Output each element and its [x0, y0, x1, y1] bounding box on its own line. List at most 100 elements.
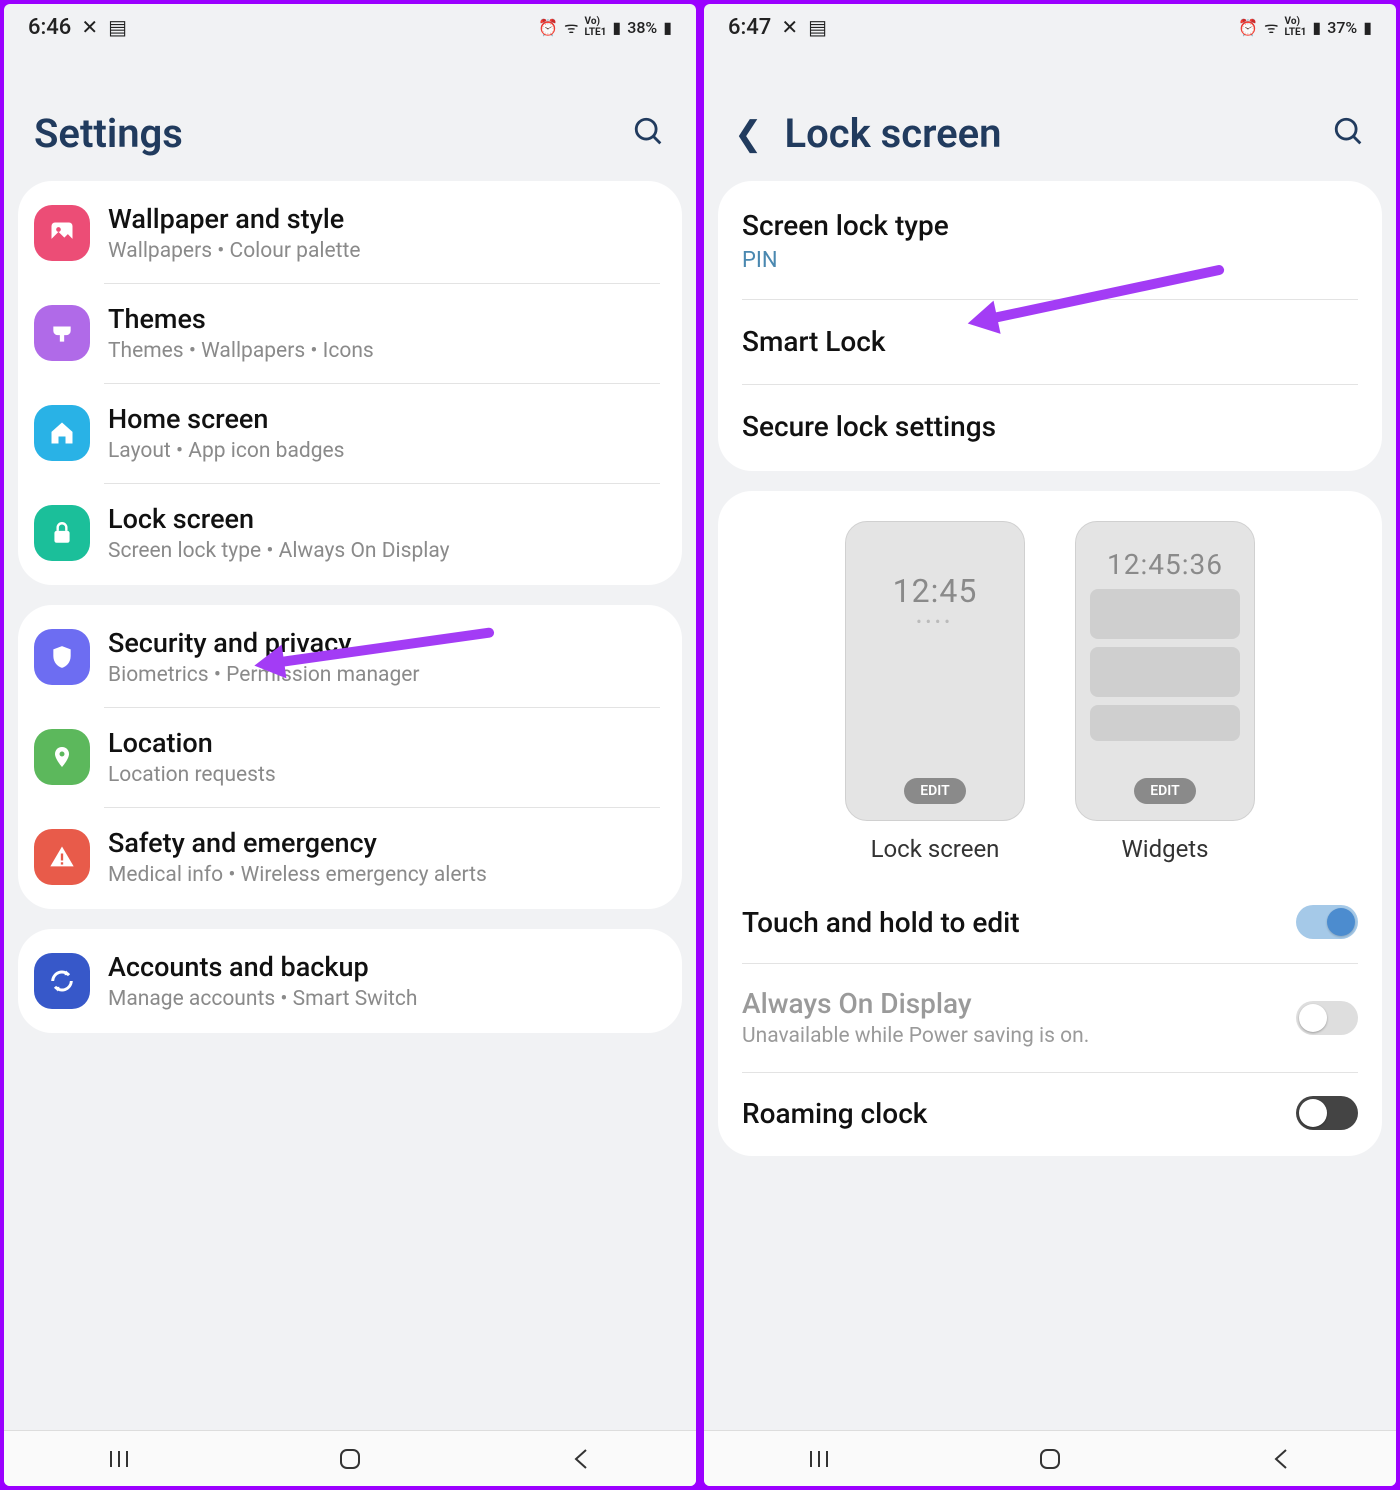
page-title: Lock screen — [785, 110, 1002, 157]
toggle-switch — [1296, 1001, 1358, 1035]
widget-block — [1090, 589, 1240, 639]
item-always-on-display: Always On Display Unavailable while Powe… — [718, 963, 1382, 1072]
signal-icon: ▮ — [1312, 18, 1321, 37]
clock: 6:46 — [28, 15, 71, 40]
themes-icon — [34, 305, 90, 361]
item-subtitle: Wallpapers • Colour palette — [108, 239, 361, 263]
item-touch-hold-edit[interactable]: Touch and hold to edit — [718, 881, 1382, 963]
page-header: ❮ Lock screen — [704, 50, 1396, 181]
wallpaper-icon — [34, 205, 90, 261]
item-roaming-clock[interactable]: Roaming clock — [718, 1072, 1382, 1154]
settings-group-1: Wallpaper and style Wallpapers • Colour p… — [18, 181, 682, 585]
search-button[interactable] — [1332, 115, 1366, 153]
item-subtitle: Manage accounts • Smart Switch — [108, 987, 417, 1011]
status-bar: 6:46 ✕ ▤ ⏰ ᯤ Vo)LTE1 ▮ 38% ▮ — [4, 4, 696, 50]
picture-icon: ▤ — [108, 15, 127, 39]
home-button[interactable] — [337, 1446, 363, 1472]
item-title: Themes — [108, 303, 374, 335]
item-title: Home screen — [108, 403, 345, 435]
preview-time: 12:45:36 — [1107, 548, 1223, 581]
recents-button[interactable] — [106, 1446, 132, 1472]
search-button[interactable] — [632, 115, 666, 153]
item-subtitle: Unavailable while Power saving is on. — [742, 1024, 1089, 1048]
item-title: Safety and emergency — [108, 827, 487, 859]
recents-button[interactable] — [806, 1446, 832, 1472]
item-smart-lock[interactable]: Smart Lock — [718, 299, 1382, 384]
preview-row: 12:45 •••• EDIT Lock screen 12:45:36 EDI… — [718, 493, 1382, 881]
settings-item-themes[interactable]: Themes Themes • Wallpapers • Icons — [18, 283, 682, 383]
preview-dots-icon: •••• — [916, 612, 954, 631]
item-title: Touch and hold to edit — [742, 906, 1020, 939]
item-subtitle: Layout • App icon badges — [108, 439, 345, 463]
item-subtitle: PIN — [742, 248, 1358, 273]
settings-group-3: Accounts and backup Manage accounts • Sma… — [18, 929, 682, 1033]
status-bar: 6:47 ✕ ▤ ⏰ ᯤ Vo)LTE1 ▮ 37% ▮ — [704, 4, 1396, 50]
item-title: Smart Lock — [742, 325, 1358, 358]
home-icon — [34, 405, 90, 461]
settings-item-wallpaper[interactable]: Wallpaper and style Wallpapers • Colour p… — [18, 183, 682, 283]
item-subtitle: Screen lock type • Always On Display — [108, 539, 450, 563]
lock-section-2: 12:45 •••• EDIT Lock screen 12:45:36 EDI… — [718, 491, 1382, 1156]
sync-icon — [34, 953, 90, 1009]
item-subtitle: Medical info • Wireless emergency alerts — [108, 863, 487, 887]
item-title: Lock screen — [108, 503, 450, 535]
preview-label: Widgets — [1121, 835, 1208, 863]
volte-icon: Vo)LTE1 — [585, 16, 607, 38]
settings-item-accounts[interactable]: Accounts and backup Manage accounts • Sma… — [18, 931, 682, 1031]
item-title: Screen lock type — [742, 209, 1358, 242]
back-button[interactable] — [1268, 1446, 1294, 1472]
back-icon[interactable]: ❮ — [734, 114, 763, 154]
settings-item-lock-screen[interactable]: Lock screen Screen lock type • Always On … — [18, 483, 682, 583]
signal-icon: ▮ — [612, 18, 621, 37]
toggle-switch[interactable] — [1296, 905, 1358, 939]
clock: 6:47 — [728, 15, 771, 40]
warning-icon — [34, 829, 90, 885]
settings-item-location[interactable]: Location Location requests — [18, 707, 682, 807]
item-title: Location — [108, 727, 276, 759]
item-secure-lock-settings[interactable]: Secure lock settings — [718, 384, 1382, 469]
wifi-icon: ᯤ — [1264, 16, 1279, 38]
home-button[interactable] — [1037, 1446, 1063, 1472]
item-subtitle: Themes • Wallpapers • Icons — [108, 339, 374, 363]
item-subtitle: Location requests — [108, 763, 276, 787]
settings-item-safety[interactable]: Safety and emergency Medical info • Wirel… — [18, 807, 682, 907]
lock-screen-preview[interactable]: 12:45 •••• EDIT Lock screen — [845, 521, 1025, 863]
page-title: Settings — [34, 110, 183, 157]
alarm-icon: ⏰ — [538, 18, 558, 37]
item-title: Wallpaper and style — [108, 203, 361, 235]
edit-button[interactable]: EDIT — [1134, 778, 1195, 804]
widget-block — [1090, 647, 1240, 697]
picture-icon: ▤ — [808, 15, 827, 39]
item-screen-lock-type[interactable]: Screen lock type PIN — [718, 183, 1382, 299]
settings-item-home[interactable]: Home screen Layout • App icon badges — [18, 383, 682, 483]
missed-call-icon: ✕ — [81, 15, 98, 39]
volte-icon: Vo)LTE1 — [1285, 16, 1307, 38]
lock-screen-settings: 6:47 ✕ ▤ ⏰ ᯤ Vo)LTE1 ▮ 37% ▮ ❮ Lock scre… — [704, 4, 1396, 1486]
edit-button[interactable]: EDIT — [904, 778, 965, 804]
preview-time: 12:45 — [893, 572, 978, 610]
nav-bar — [4, 1430, 696, 1486]
battery-icon: ▮ — [1363, 18, 1372, 37]
toggle-switch[interactable] — [1296, 1096, 1358, 1130]
location-icon — [34, 729, 90, 785]
battery-percent: 37% — [1327, 18, 1357, 37]
item-title: Secure lock settings — [742, 410, 1358, 443]
alarm-icon: ⏰ — [1238, 18, 1258, 37]
lock-icon — [34, 505, 90, 561]
widget-block — [1090, 705, 1240, 741]
battery-percent: 38% — [627, 18, 657, 37]
item-title: Roaming clock — [742, 1097, 927, 1130]
nav-bar — [704, 1430, 1396, 1486]
wifi-icon: ᯤ — [564, 16, 579, 38]
missed-call-icon: ✕ — [781, 15, 798, 39]
item-title: Always On Display — [742, 987, 1089, 1020]
settings-screen: 6:46 ✕ ▤ ⏰ ᯤ Vo)LTE1 ▮ 38% ▮ Settings Wa… — [4, 4, 696, 1486]
page-header: Settings — [4, 50, 696, 181]
back-button[interactable] — [568, 1446, 594, 1472]
widgets-preview[interactable]: 12:45:36 EDIT Widgets — [1075, 521, 1255, 863]
shield-icon — [34, 629, 90, 685]
lock-section-1: Screen lock type PIN Smart Lock Secure l… — [718, 181, 1382, 471]
battery-icon: ▮ — [663, 18, 672, 37]
item-title: Accounts and backup — [108, 951, 417, 983]
preview-label: Lock screen — [871, 835, 1000, 863]
